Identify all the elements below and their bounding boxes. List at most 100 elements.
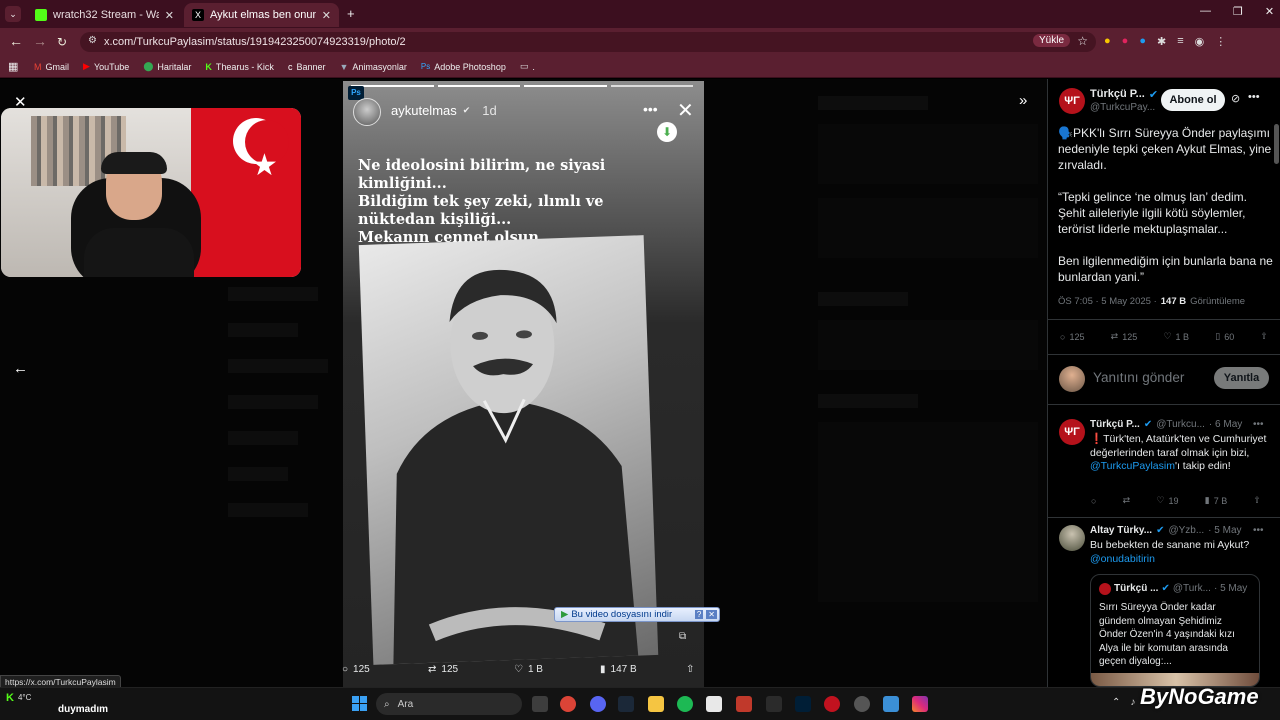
tab-x[interactable]: X Aykut elmas ben onun ideolojil ✕ bbox=[184, 3, 339, 27]
extension-icon[interactable]: ● bbox=[1122, 35, 1129, 48]
repost-icon[interactable]: ⇄ bbox=[1123, 495, 1131, 506]
reply-button[interactable]: Yanıtla bbox=[1214, 367, 1269, 389]
minimize-button[interactable]: — bbox=[1200, 5, 1211, 18]
more-icon[interactable]: ••• bbox=[1248, 91, 1260, 103]
extension-icon[interactable]: ● bbox=[1139, 35, 1146, 48]
reply-input[interactable]: Yanıtını gönder bbox=[1093, 370, 1184, 385]
obs-icon[interactable] bbox=[854, 696, 870, 712]
apps-grid-icon[interactable]: ▦ bbox=[8, 60, 18, 73]
reply-author[interactable]: Türkçü P... bbox=[1090, 419, 1140, 430]
app-icon[interactable] bbox=[883, 696, 899, 712]
bookmark-action[interactable]: ▯ 60 bbox=[1215, 331, 1234, 342]
repost-action[interactable]: ⇄ 125 bbox=[1111, 331, 1138, 342]
bookmark-banner[interactable]: c Banner bbox=[288, 62, 326, 72]
avatar[interactable]: ΨΓ bbox=[1059, 88, 1085, 114]
reply-header: Türkçü P... ✔ @Turkcu... · 6 May bbox=[1090, 419, 1242, 430]
views-action[interactable]: ▮ 7 B bbox=[1205, 495, 1227, 506]
mention-link[interactable]: @onudabitirin bbox=[1090, 553, 1270, 567]
video-download-bar[interactable]: ▶ Bu video dosyasını indir ? ✕ bbox=[554, 607, 720, 622]
bookmark-label: YouTube bbox=[93, 61, 130, 72]
author-name[interactable]: Türkçü P... ✔ bbox=[1090, 88, 1158, 101]
follow-label: Abone ol bbox=[1169, 94, 1217, 106]
app-icon[interactable] bbox=[736, 696, 752, 712]
close-icon[interactable]: ✕ bbox=[165, 9, 174, 22]
grok-icon[interactable]: ⊘ bbox=[1231, 92, 1240, 105]
alt-text-icon[interactable]: ⧉ bbox=[679, 631, 686, 642]
window-close-button[interactable]: ✕ bbox=[1265, 5, 1274, 18]
heart-icon: ♡ bbox=[1156, 495, 1165, 505]
repost-action[interactable]: ⇄ 125 bbox=[428, 664, 514, 675]
bookmark-gmail[interactable]: M Gmail bbox=[34, 62, 69, 72]
bookmark-kick[interactable]: K Thearus - Kick bbox=[205, 62, 274, 72]
help-icon[interactable]: ? bbox=[694, 610, 704, 619]
spotify-icon[interactable] bbox=[677, 696, 693, 712]
instagram-icon[interactable] bbox=[912, 696, 928, 712]
weather-widget[interactable]: K 4°C bbox=[6, 693, 31, 704]
profile-avatar[interactable]: ◉ bbox=[1195, 35, 1205, 48]
menu-kebab-icon[interactable]: ⋮ bbox=[1215, 35, 1226, 48]
like-action[interactable]: ♡ 1 B bbox=[514, 664, 600, 675]
like-action[interactable]: ♡ 1 B bbox=[1163, 331, 1189, 342]
bookmark-youtube[interactable]: ▶ YouTube bbox=[83, 61, 129, 72]
volume-icon[interactable]: ♪ bbox=[1130, 697, 1135, 708]
capcut-icon[interactable] bbox=[706, 696, 722, 712]
taskbar bbox=[0, 687, 1280, 720]
bookmark-maps[interactable]: ⬤ Haritalar bbox=[143, 61, 191, 72]
media-controls-icon[interactable]: ≡ bbox=[1177, 35, 1183, 48]
avatar[interactable] bbox=[1059, 525, 1085, 551]
share-icon[interactable]: ⇧ bbox=[1260, 331, 1268, 342]
reply-action[interactable]: ○ 125 bbox=[1060, 331, 1084, 342]
upload-button[interactable]: Yükle bbox=[1032, 34, 1070, 47]
site-info-icon[interactable]: ⚙ bbox=[88, 35, 97, 46]
steam-icon[interactable] bbox=[618, 696, 634, 712]
extensions-puzzle-icon[interactable]: ✱ bbox=[1157, 35, 1166, 48]
scrollbar-thumb[interactable] bbox=[1274, 124, 1279, 164]
chrome-icon[interactable] bbox=[560, 696, 576, 712]
close-icon[interactable]: ✕ bbox=[706, 610, 717, 619]
share-icon[interactable]: ⇧ bbox=[1253, 495, 1261, 506]
bookmark-folder[interactable]: ▭. bbox=[520, 61, 535, 72]
close-icon[interactable]: ✕ bbox=[322, 9, 331, 22]
views-action[interactable]: ▮ 147 B bbox=[600, 664, 686, 675]
address-bar[interactable]: ⚙ x.com/TurkcuPaylasim/status/1919423250… bbox=[80, 32, 1096, 52]
story-more-icon[interactable]: ••• bbox=[643, 101, 658, 117]
avatar[interactable]: ΨΓ bbox=[1059, 419, 1085, 445]
bookmark-animations[interactable]: ▼ Animasyonlar bbox=[339, 62, 406, 72]
story-close-icon[interactable]: ✕ bbox=[677, 98, 694, 123]
share-icon[interactable]: ⇧ bbox=[686, 664, 694, 675]
forward-button[interactable]: → bbox=[33, 33, 47, 49]
like-action[interactable]: ♡ 19 bbox=[1156, 495, 1178, 506]
tab-kick[interactable]: wratch32 Stream - Watch Live o ✕ bbox=[27, 3, 182, 27]
bookmark-star-icon[interactable]: ☆ bbox=[1077, 34, 1088, 48]
canva-icon: c bbox=[287, 61, 293, 72]
reload-button[interactable]: ↻ bbox=[57, 35, 67, 49]
download-icon[interactable]: ⬇ bbox=[657, 122, 677, 142]
quoted-tweet[interactable]: Türkçü ... ✔ @Turk... · 5 May Sırrı Süre… bbox=[1090, 574, 1260, 687]
taskbar-search[interactable]: ⌕ Ara bbox=[376, 693, 522, 715]
more-icon[interactable]: ••• bbox=[1253, 525, 1264, 536]
bookmark-photoshop[interactable]: Ps Adobe Photoshop bbox=[421, 62, 506, 72]
back-button[interactable]: ← bbox=[9, 33, 23, 49]
avatar bbox=[1099, 583, 1111, 595]
extension-icon[interactable]: ● bbox=[1104, 35, 1111, 48]
reply-action[interactable]: ○ 125 bbox=[342, 664, 428, 675]
new-tab-button[interactable]: + bbox=[347, 6, 355, 21]
tray-overflow-icon[interactable]: ⌃ bbox=[1112, 697, 1120, 708]
maximize-button[interactable]: ❐ bbox=[1233, 5, 1243, 18]
photoshop-icon[interactable] bbox=[795, 696, 811, 712]
more-icon[interactable]: ••• bbox=[1253, 419, 1264, 430]
reply-author[interactable]: Altay Türky... bbox=[1090, 525, 1152, 536]
tweet-timestamp[interactable]: ÖS 7:05 · 5 May 2025 · bbox=[1058, 296, 1157, 307]
follow-button[interactable]: Abone ol bbox=[1161, 89, 1225, 111]
previous-photo-arrow-icon[interactable]: ← bbox=[13, 360, 28, 377]
discord-icon[interactable] bbox=[590, 696, 606, 712]
task-view-icon[interactable] bbox=[532, 696, 548, 712]
windows-start-icon[interactable] bbox=[352, 696, 367, 711]
app-icon[interactable] bbox=[824, 696, 840, 712]
reply-icon[interactable]: ○ bbox=[1091, 495, 1096, 506]
mention-link[interactable]: @TurkcuPaylasim bbox=[1090, 460, 1175, 472]
epic-games-icon[interactable] bbox=[766, 696, 782, 712]
collapse-panel-icon[interactable]: » bbox=[1019, 92, 1027, 109]
file-explorer-icon[interactable] bbox=[648, 696, 664, 712]
tab-search-button[interactable]: ⌄ bbox=[5, 6, 21, 22]
